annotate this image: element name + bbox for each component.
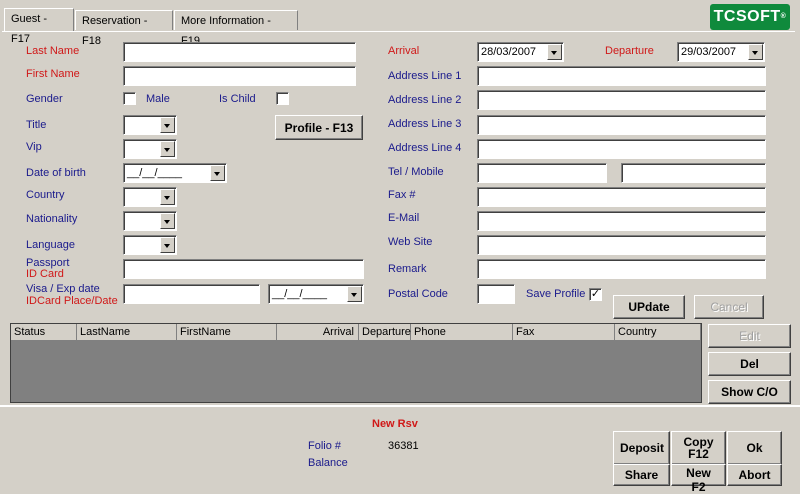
chevron-down-icon — [160, 117, 175, 133]
chevron-down-icon — [210, 165, 225, 181]
dob-label: Date of birth — [26, 167, 86, 179]
delete-button[interactable]: Del — [708, 352, 791, 376]
new-rsv-label: New Rsv — [372, 418, 418, 430]
address-line3-field[interactable] — [477, 115, 766, 135]
male-checkbox[interactable] — [123, 92, 136, 105]
new-f2-button[interactable]: New F2 — [671, 464, 726, 494]
balance-label: Balance — [308, 457, 348, 469]
profile-button[interactable]: Profile - F13 — [275, 115, 363, 140]
show-checkout-button[interactable]: Show C/O — [708, 380, 791, 404]
postal-code-label: Postal Code — [388, 288, 448, 300]
column-lastname[interactable]: LastName — [77, 324, 177, 340]
column-country[interactable]: Country — [615, 324, 701, 340]
arrival-label: Arrival — [388, 45, 420, 57]
web-site-label: Web Site — [388, 236, 433, 248]
remark-label: Remark — [388, 263, 427, 275]
title-select[interactable] — [123, 115, 177, 135]
column-arrival[interactable]: Arrival — [277, 324, 359, 340]
guest-list-grid[interactable]: Status LastName FirstName Arrival Depart… — [10, 323, 702, 403]
copy-button[interactable]: Copy F12 — [671, 431, 726, 465]
save-profile-label: Save Profile — [526, 288, 586, 300]
fax-label: Fax # — [388, 189, 416, 201]
chevron-down-icon — [160, 237, 175, 253]
email-field[interactable] — [477, 211, 766, 231]
ok-button[interactable]: Ok — [727, 431, 782, 465]
deposit-button[interactable]: Deposit — [613, 431, 670, 465]
email-label: E-Mail — [388, 212, 420, 224]
tab-guest[interactable]: Guest - F17 — [4, 8, 74, 45]
vip-label: Vip — [26, 141, 42, 153]
is-child-checkbox[interactable] — [276, 92, 289, 105]
column-departure[interactable]: Departure — [359, 324, 411, 340]
remark-field[interactable] — [477, 259, 766, 279]
is-child-label: Is Child — [219, 93, 256, 105]
share-button[interactable]: Share — [613, 464, 670, 486]
grid-header: Status LastName FirstName Arrival Depart… — [11, 324, 701, 340]
column-phone[interactable]: Phone — [411, 324, 513, 340]
tel-label: Tel / Mobile — [388, 166, 444, 178]
id-card-label: ID Card — [26, 268, 64, 280]
first-name-field[interactable] — [123, 66, 356, 86]
address-line3-label: Address Line 3 — [388, 118, 462, 130]
last-name-label: Last Name — [26, 45, 80, 57]
nationality-select[interactable] — [123, 211, 177, 231]
male-label: Male — [146, 93, 170, 105]
address-line1-field[interactable] — [477, 66, 766, 86]
gender-label: Gender — [26, 93, 63, 105]
save-profile-checkbox[interactable]: ✓ — [589, 288, 602, 301]
arrival-date-picker[interactable]: 28/03/2007 — [477, 42, 564, 62]
idcard-place-label: IDCard Place/Date — [26, 295, 118, 307]
country-label: Country — [26, 189, 65, 201]
dob-picker[interactable]: __/__/____ — [123, 163, 227, 183]
column-firstname[interactable]: FirstName — [177, 324, 277, 340]
chevron-down-icon — [160, 213, 175, 229]
abort-button[interactable]: Abort — [727, 464, 782, 486]
tel-field[interactable] — [477, 163, 607, 183]
tab-more-information[interactable]: More Information - F19 — [174, 10, 298, 47]
language-label: Language — [26, 239, 75, 251]
address-line4-field[interactable] — [477, 139, 766, 159]
edit-button[interactable]: Edit — [708, 324, 791, 348]
cancel-button[interactable]: Cancel — [694, 295, 764, 319]
departure-label: Departure — [605, 45, 654, 57]
tab-reservation[interactable]: Reservation - F18 — [75, 10, 173, 47]
chevron-down-icon — [160, 141, 175, 157]
mobile-field[interactable] — [621, 163, 766, 183]
tcsoft-logo: TCSOFT® — [710, 4, 790, 30]
last-name-field[interactable] — [123, 42, 356, 62]
folio-label: Folio # — [308, 440, 342, 452]
country-select[interactable] — [123, 187, 177, 207]
folio-value: 36381 — [388, 440, 419, 452]
chevron-down-icon — [160, 189, 175, 205]
chevron-down-icon — [547, 44, 562, 60]
column-fax[interactable]: Fax — [513, 324, 615, 340]
postal-code-field[interactable] — [477, 284, 515, 304]
address-line2-label: Address Line 2 — [388, 94, 462, 106]
language-select[interactable] — [123, 235, 177, 255]
visa-label: Visa / Exp date — [26, 283, 100, 295]
first-name-label: First Name — [26, 68, 80, 80]
web-site-field[interactable] — [477, 235, 766, 255]
chevron-down-icon — [748, 44, 763, 60]
address-line4-label: Address Line 4 — [388, 142, 462, 154]
column-status[interactable]: Status — [11, 324, 77, 340]
visa-field[interactable] — [123, 284, 260, 304]
visa-date-picker[interactable]: __/__/____ — [268, 284, 364, 304]
address-line2-field[interactable] — [477, 90, 766, 110]
passport-field[interactable] — [123, 259, 364, 279]
address-line1-label: Address Line 1 — [388, 70, 462, 82]
update-button[interactable]: UPdate — [613, 295, 685, 319]
title-label: Title — [26, 119, 47, 131]
vip-select[interactable] — [123, 139, 177, 159]
chevron-down-icon — [347, 286, 362, 302]
nationality-label: Nationality — [26, 213, 78, 225]
departure-date-picker[interactable]: 29/03/2007 — [677, 42, 765, 62]
fax-field[interactable] — [477, 187, 766, 207]
